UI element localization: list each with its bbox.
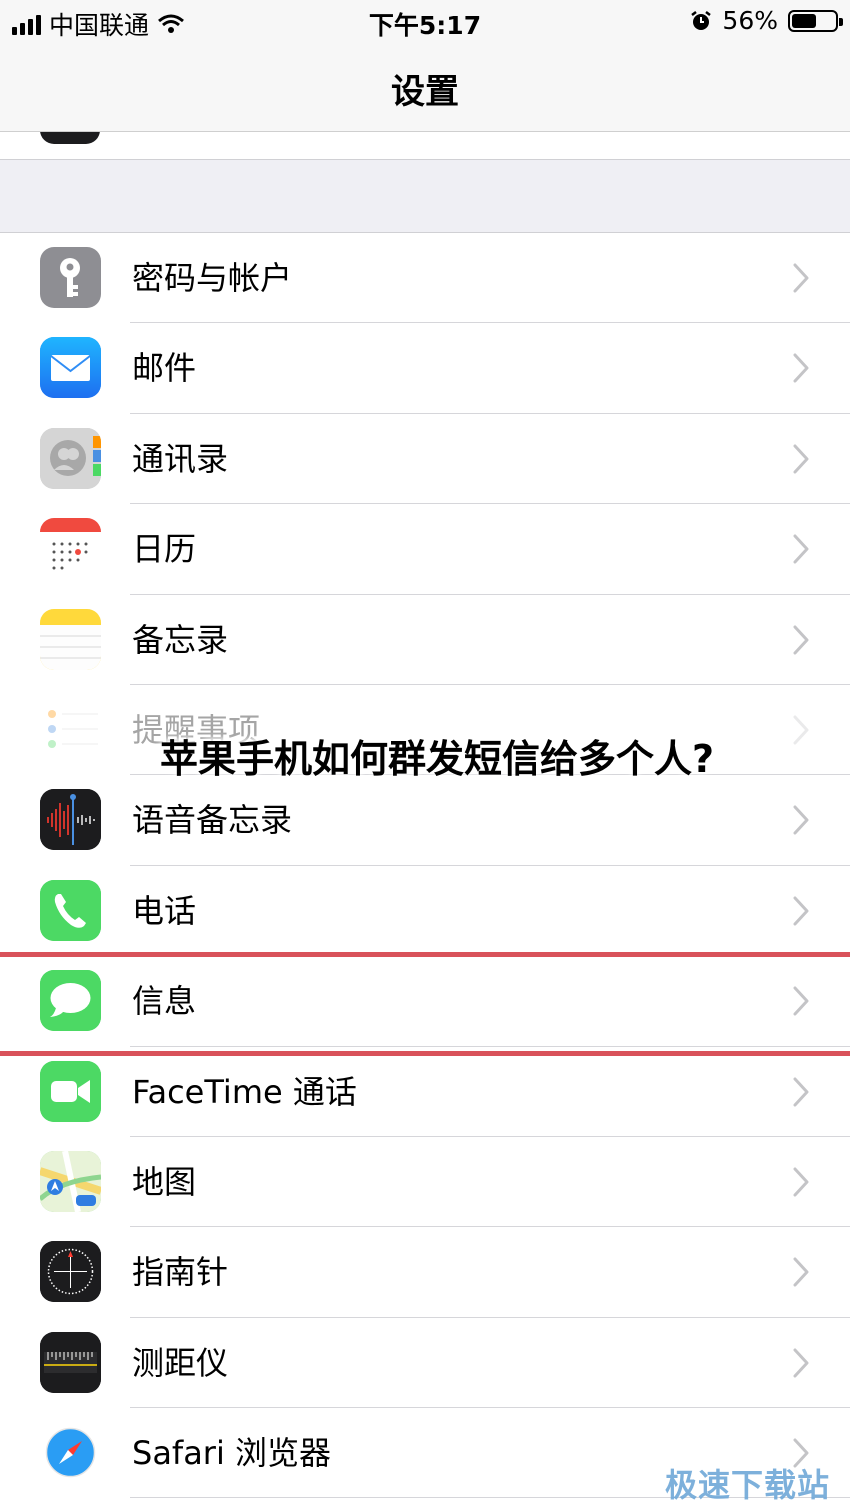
settings-list: 密码与帐户 邮件 通讯录 日历 备忘录 提醒事项 语音备忘录 电话 信息 FaceTime 通话地… <box>0 233 850 1499</box>
voice-memos-icon <box>40 789 101 851</box>
chevron-right-icon <box>792 1256 810 1288</box>
phone-icon <box>40 879 101 941</box>
status-bar: 中国联通 下午5:17 56% <box>0 0 850 44</box>
watermark: 极速下载站 <box>664 1466 830 1504</box>
key-icon <box>40 247 101 308</box>
chevron-right-icon <box>792 533 810 565</box>
battery-percent: 56% <box>722 6 778 35</box>
settings-row[interactable]: 通讯录 <box>0 413 850 505</box>
settings-row[interactable]: 邮件 <box>0 323 850 414</box>
settings-row-label: Safari 浏览器 <box>132 1434 332 1473</box>
notes-icon <box>40 608 101 670</box>
settings-row[interactable]: 指南针 <box>0 1227 850 1318</box>
chevron-right-icon <box>792 624 810 656</box>
chevron-right-icon <box>792 1076 810 1108</box>
reminders-icon <box>40 698 101 760</box>
battery-icon <box>788 9 843 32</box>
settings-row-label: 地图 <box>132 1162 197 1201</box>
mail-icon <box>40 337 101 399</box>
settings-row[interactable]: 密码与帐户 <box>0 233 850 324</box>
chevron-right-icon <box>792 895 810 927</box>
facetime-icon <box>40 1060 101 1122</box>
previous-row-partial[interactable] <box>0 132 850 160</box>
status-right: 56% <box>690 6 843 35</box>
highlight-line-bottom <box>0 1051 850 1056</box>
chevron-right-icon <box>792 804 810 836</box>
settings-row[interactable]: 语音备忘录 <box>0 775 850 866</box>
settings-row[interactable]: 信息 <box>0 956 850 1047</box>
chevron-right-icon <box>792 1166 810 1198</box>
chevron-right-icon <box>792 443 810 475</box>
settings-row-label: 邮件 <box>132 349 197 388</box>
settings-row[interactable]: 地图 <box>0 1136 850 1228</box>
safari-icon <box>40 1422 101 1484</box>
settings-row-label: 日历 <box>132 530 197 569</box>
settings-row-label: 语音备忘录 <box>132 801 293 840</box>
battery-fill <box>792 13 816 28</box>
settings-row[interactable]: 测距仪 <box>0 1317 850 1409</box>
messages-icon <box>40 970 101 1032</box>
highlight-line-top <box>0 952 850 957</box>
maps-icon <box>40 1150 101 1212</box>
settings-row[interactable]: 电话 <box>0 865 850 957</box>
chevron-right-icon <box>792 714 810 746</box>
app-icon <box>40 132 100 144</box>
page-title: 设置 <box>391 72 459 112</box>
settings-row-label: 备忘录 <box>132 620 229 659</box>
settings-row[interactable]: 备忘录 <box>0 594 850 685</box>
settings-row-label: 信息 <box>132 982 197 1021</box>
settings-row[interactable]: FaceTime 通话 <box>0 1046 850 1137</box>
settings-row-label: 测距仪 <box>132 1343 229 1382</box>
chevron-right-icon <box>792 262 810 294</box>
settings-row-label: 密码与帐户 <box>132 259 293 297</box>
settings-row-label: FaceTime 通话 <box>132 1072 357 1111</box>
section-separator <box>0 160 850 233</box>
settings-row[interactable]: 日历 <box>0 504 850 595</box>
settings-row-label: 指南针 <box>132 1253 229 1292</box>
contacts-icon <box>40 427 101 489</box>
calendar-icon <box>40 518 101 580</box>
chevron-right-icon <box>792 1347 810 1379</box>
settings-row-label: 电话 <box>132 891 197 930</box>
alarm-icon <box>691 10 712 30</box>
navigation-bar: 设置 <box>0 44 850 132</box>
chevron-right-icon <box>792 352 810 384</box>
measure-icon <box>40 1331 101 1393</box>
overlay-caption: 苹果手机如何群发短信给多个人? <box>160 737 715 781</box>
chevron-right-icon <box>792 985 810 1017</box>
settings-row-label: 通讯录 <box>132 439 229 478</box>
compass-icon <box>40 1241 101 1303</box>
